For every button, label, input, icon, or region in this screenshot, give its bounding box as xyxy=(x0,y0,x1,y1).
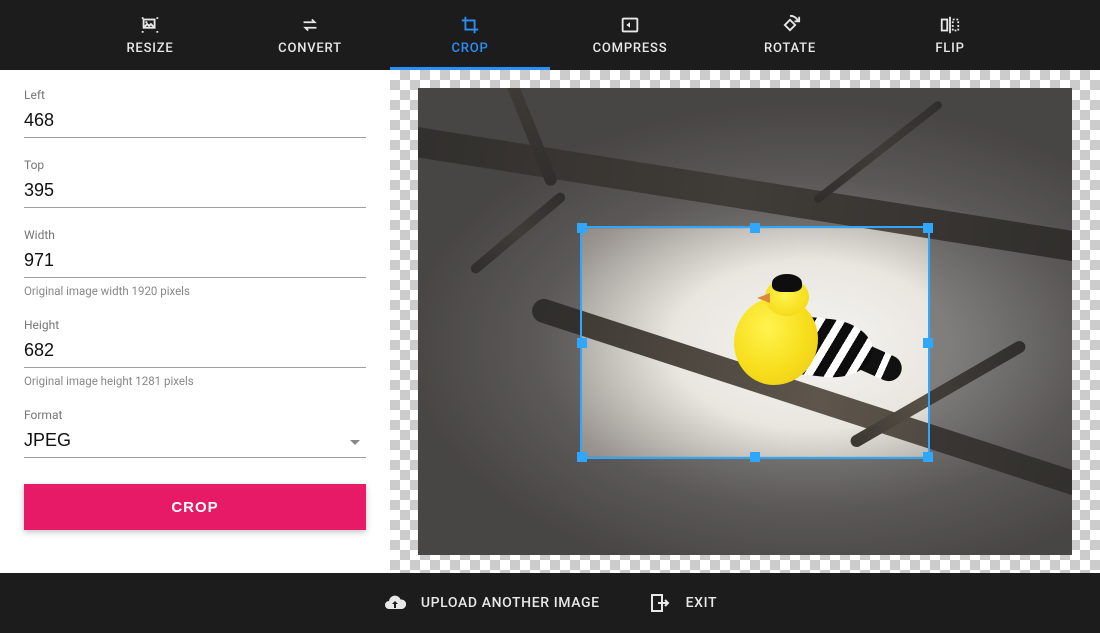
crop-sidebar: Left Top Width Original image width 1920… xyxy=(0,70,390,573)
tab-rotate[interactable]: ROTATE xyxy=(710,0,870,70)
format-select[interactable] xyxy=(24,426,366,458)
handle-top[interactable] xyxy=(750,223,760,233)
upload-label: UPLOAD ANOTHER IMAGE xyxy=(421,595,600,611)
resize-icon xyxy=(139,14,161,36)
handle-bottom-left[interactable] xyxy=(577,452,587,462)
field-height: Height Original image height 1281 pixels xyxy=(24,318,366,388)
bottom-bar: UPLOAD ANOTHER IMAGE EXIT xyxy=(0,573,1100,633)
field-label: Width xyxy=(24,228,366,242)
exit-icon xyxy=(648,591,672,615)
convert-icon xyxy=(299,14,321,36)
field-label: Format xyxy=(24,408,366,422)
main-area: Left Top Width Original image width 1920… xyxy=(0,70,1100,573)
image-preview[interactable] xyxy=(418,88,1072,555)
tab-crop[interactable]: CROP xyxy=(390,0,550,70)
field-label: Height xyxy=(24,318,366,332)
canvas-stage xyxy=(390,70,1100,573)
width-input[interactable] xyxy=(24,246,366,278)
tab-label: CONVERT xyxy=(278,41,342,56)
field-top: Top xyxy=(24,158,366,208)
height-input[interactable] xyxy=(24,336,366,368)
crop-selection[interactable] xyxy=(582,228,929,457)
tab-label: ROTATE xyxy=(764,41,816,56)
flip-icon xyxy=(939,14,961,36)
field-label: Top xyxy=(24,158,366,172)
compress-icon xyxy=(619,14,641,36)
cloud-upload-icon xyxy=(383,591,407,615)
handle-bottom[interactable] xyxy=(750,452,760,462)
tab-convert[interactable]: CONVERT xyxy=(230,0,390,70)
left-input[interactable] xyxy=(24,106,366,138)
width-hint: Original image width 1920 pixels xyxy=(24,284,366,298)
tab-compress[interactable]: COMPRESS xyxy=(550,0,710,70)
rotate-icon xyxy=(779,14,801,36)
tab-label: FLIP xyxy=(935,41,964,56)
field-format: Format xyxy=(24,408,366,458)
tab-label: COMPRESS xyxy=(593,41,668,56)
field-width: Width Original image width 1920 pixels xyxy=(24,228,366,298)
handle-top-left[interactable] xyxy=(577,223,587,233)
exit-button[interactable]: EXIT xyxy=(648,591,717,615)
exit-label: EXIT xyxy=(686,595,717,611)
handle-bottom-right[interactable] xyxy=(923,452,933,462)
tab-resize[interactable]: RESIZE xyxy=(70,0,230,70)
field-label: Left xyxy=(24,88,366,102)
field-left: Left xyxy=(24,88,366,138)
height-hint: Original image height 1281 pixels xyxy=(24,374,366,388)
tab-flip[interactable]: FLIP xyxy=(870,0,1030,70)
handle-top-right[interactable] xyxy=(923,223,933,233)
tab-label: RESIZE xyxy=(126,41,173,56)
handle-right[interactable] xyxy=(923,338,933,348)
upload-another-button[interactable]: UPLOAD ANOTHER IMAGE xyxy=(383,591,600,615)
top-nav: RESIZE CONVERT CROP COMPRESS ROTATE FLIP xyxy=(0,0,1100,70)
crop-button[interactable]: CROP xyxy=(24,484,366,530)
top-input[interactable] xyxy=(24,176,366,208)
crop-icon xyxy=(459,14,481,36)
handle-left[interactable] xyxy=(577,338,587,348)
tab-label: CROP xyxy=(451,41,488,56)
